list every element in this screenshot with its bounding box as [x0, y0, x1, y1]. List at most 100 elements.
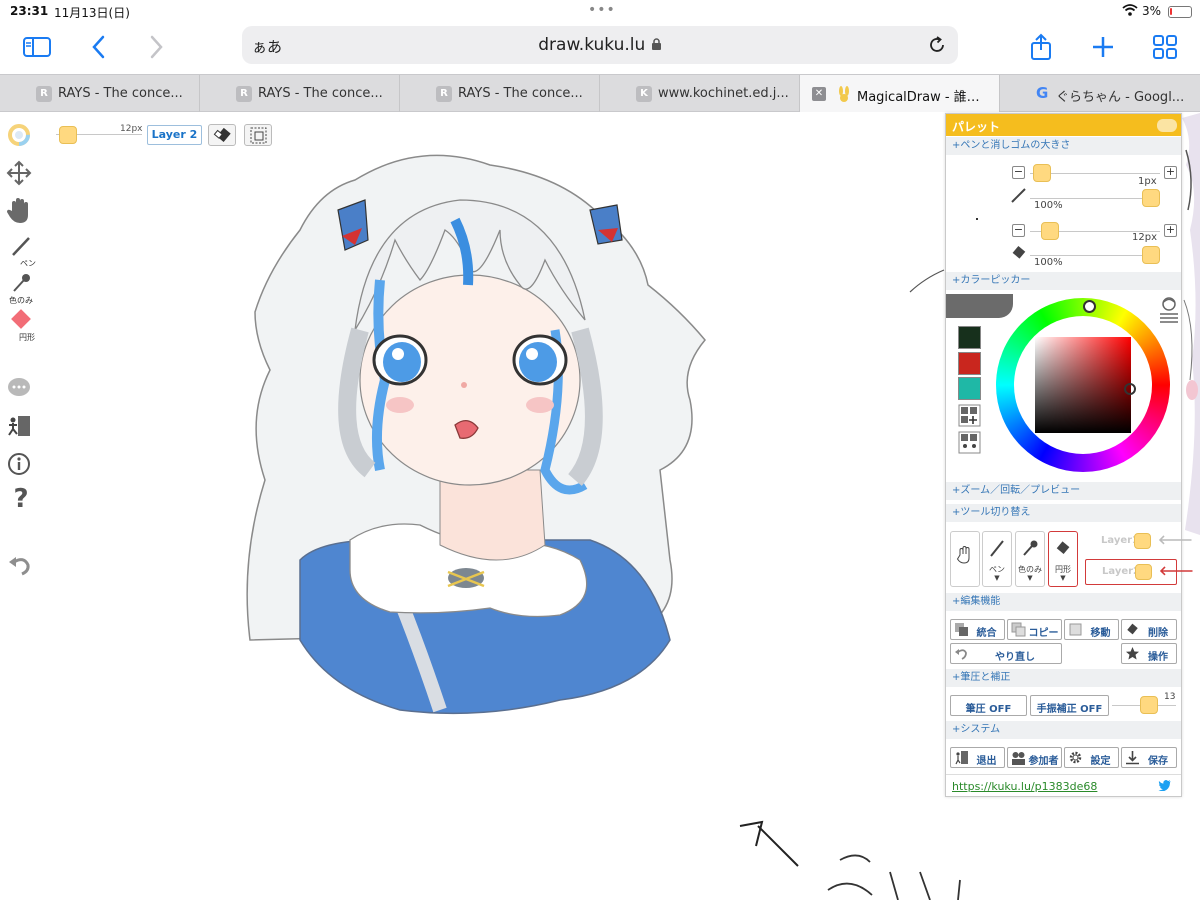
palette-minimize-button[interactable]	[1157, 119, 1177, 132]
share-icon[interactable]	[1026, 32, 1056, 62]
slider-thumb[interactable]	[59, 126, 78, 144]
chat-icon[interactable]	[6, 376, 36, 400]
move-button[interactable]: 移動	[1064, 619, 1119, 640]
tab-kochinet[interactable]: K www.kochinet.ed.j...	[600, 75, 800, 112]
save-label: 保存	[1148, 756, 1168, 767]
eraser-opacity-thumb[interactable]	[1142, 246, 1160, 264]
tool-picker-card[interactable]: 色のみ ▼	[1015, 531, 1045, 587]
stabilizer-thumb[interactable]	[1139, 696, 1158, 714]
pressure-toggle-button[interactable]: 筆圧 OFF	[950, 695, 1027, 716]
tab-magicaldraw[interactable]: ✕ MagicalDraw - 誰…	[800, 75, 1000, 112]
section-system[interactable]: +システム	[946, 721, 1181, 739]
tab-close-icon[interactable]: ✕	[812, 87, 826, 101]
saturation-value-square[interactable]	[1035, 337, 1131, 433]
eraser-size-plus-button[interactable]: +	[1164, 224, 1177, 237]
sidebar-icon[interactable]	[22, 32, 52, 62]
new-tab-icon[interactable]	[1088, 32, 1118, 62]
tab-bar: R RAYS - The conce... R RAYS - The conce…	[0, 74, 1200, 112]
color-wheel-icon[interactable]	[6, 123, 36, 147]
room-link[interactable]: https://kuku.lu/p1383de68	[952, 780, 1097, 793]
stabilizer-toggle-button[interactable]: 手振補正 OFF	[1030, 695, 1109, 716]
tab-google[interactable]: G ぐらちゃん - Googl...	[1000, 75, 1200, 112]
merge-button[interactable]: 統合	[950, 619, 1005, 640]
section-edit[interactable]: +編集機能	[946, 593, 1181, 611]
pressure-label: 筆圧 OFF	[965, 704, 1012, 715]
copy-button[interactable]: コピー	[1007, 619, 1062, 640]
tab-overview-icon[interactable]	[1150, 32, 1180, 62]
pen-size-thumb[interactable]	[1033, 164, 1052, 182]
exit-icon[interactable]	[6, 414, 36, 438]
color-swatch[interactable]	[958, 326, 981, 349]
pen-icon	[990, 540, 1004, 557]
undo-icon[interactable]	[6, 553, 36, 577]
transform-button[interactable]	[244, 124, 272, 146]
layer-2-row[interactable]: Layer2 🡐	[1085, 559, 1194, 585]
move-icon[interactable]	[6, 160, 36, 186]
eraser-size-thumb[interactable]	[1041, 222, 1060, 240]
shape-tool[interactable]: 円形	[6, 309, 36, 343]
redo-label: やり直し	[995, 652, 1035, 663]
lock-icon	[651, 38, 661, 50]
color-swatch[interactable]	[958, 377, 981, 400]
operate-button[interactable]: 操作	[1121, 643, 1177, 664]
tab-favicon: R	[436, 86, 452, 102]
delete-button[interactable]: 削除	[1121, 619, 1177, 640]
info-icon[interactable]	[6, 451, 36, 477]
google-favicon-icon: G	[1036, 84, 1049, 102]
shared-swatch-icon[interactable]	[958, 431, 981, 454]
layer-1-thumbnail	[1134, 533, 1151, 549]
eraser-icon	[213, 127, 231, 143]
eraser-icon	[1012, 245, 1026, 259]
pen-opacity-thumb[interactable]	[1142, 189, 1160, 207]
tool-hand-card[interactable]	[950, 531, 980, 587]
palette-header[interactable]: パレット	[946, 114, 1181, 136]
tool-shape-card[interactable]: 円形 ▼	[1048, 531, 1078, 587]
address-bar[interactable]: ぁあ draw.kuku.lu	[242, 26, 958, 64]
eraser-size-minus-button[interactable]: −	[1012, 224, 1025, 237]
hue-handle[interactable]	[1083, 300, 1096, 313]
add-swatch-icon[interactable]	[958, 404, 981, 427]
eyedropper-icon	[13, 274, 30, 292]
participants-button[interactable]: 参加者	[1007, 747, 1062, 768]
pen-opacity-value: 100%	[1034, 200, 1063, 211]
back-icon[interactable]	[85, 32, 115, 62]
tab-rays-2[interactable]: R RAYS - The conce...	[200, 75, 400, 112]
pen-icon	[12, 237, 30, 256]
reload-icon[interactable]	[926, 34, 948, 56]
layer-select-button[interactable]: Layer 2	[147, 125, 202, 145]
pen-size-minus-button[interactable]: −	[1012, 166, 1025, 179]
exit-button[interactable]: 退出	[950, 747, 1005, 768]
tab-rays-3[interactable]: R RAYS - The conce...	[400, 75, 600, 112]
layer-1-row[interactable]: Layer1 🡐	[1085, 529, 1193, 555]
forward-icon[interactable]	[140, 32, 170, 62]
section-pressure[interactable]: +筆圧と補正	[946, 669, 1181, 687]
section-pen-eraser-size[interactable]: +ペンと消しゴムの大きさ	[946, 137, 1181, 155]
twitter-icon[interactable]	[1158, 779, 1172, 791]
shape-label: 円形	[19, 333, 35, 342]
eyedropper-tool[interactable]: 色のみ	[6, 272, 36, 306]
help-icon[interactable]: ?	[6, 484, 36, 514]
save-button[interactable]: 保存	[1121, 747, 1177, 768]
multitask-dots-icon[interactable]: •••	[588, 2, 616, 18]
redo-button[interactable]: やり直し	[950, 643, 1062, 664]
hand-icon[interactable]	[6, 197, 36, 225]
tool-pen-card[interactable]: ペン ▼	[982, 531, 1012, 587]
eraser-size-value: 12px	[1132, 232, 1157, 243]
eraser-toggle-button[interactable]	[208, 124, 236, 146]
section-zoom[interactable]: +ズーム／回転／プレビュー	[946, 482, 1181, 500]
current-color-indicator[interactable]	[946, 294, 1013, 318]
section-color-picker[interactable]: +カラーピッカー	[946, 272, 1181, 290]
hand-icon	[956, 545, 970, 564]
pen-size-plus-button[interactable]: +	[1164, 166, 1177, 179]
color-settings-icon[interactable]	[1156, 296, 1182, 324]
pen-tool[interactable]: ペン	[6, 235, 36, 269]
tab-title: ぐらちゃん - Googl...	[1056, 90, 1185, 105]
tab-rays-1[interactable]: R RAYS - The conce...	[0, 75, 200, 112]
color-handle[interactable]	[1124, 383, 1136, 395]
section-tool-switch[interactable]: +ツール切り替え	[946, 504, 1181, 522]
battery-icon	[1168, 6, 1192, 18]
color-swatch[interactable]	[958, 352, 981, 375]
palette-panel: パレット +ペンと消しゴムの大きさ − + 1px 100% − + 12px …	[945, 113, 1194, 797]
settings-button[interactable]: 設定	[1064, 747, 1119, 768]
hue-ring[interactable]	[996, 298, 1170, 472]
